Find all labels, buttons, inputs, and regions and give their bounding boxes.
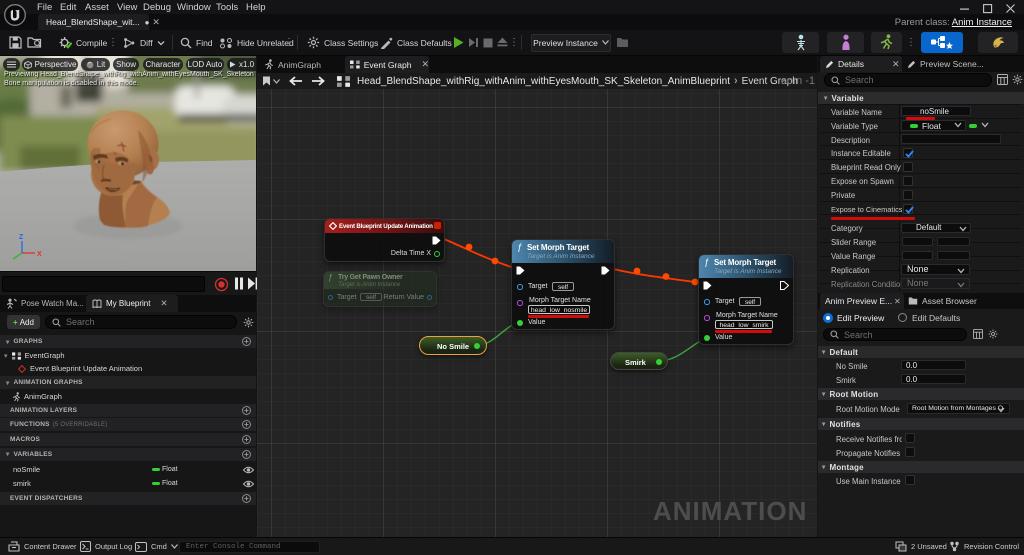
svg-text:Z: Z xyxy=(19,234,24,241)
svg-text:X: X xyxy=(37,251,42,258)
